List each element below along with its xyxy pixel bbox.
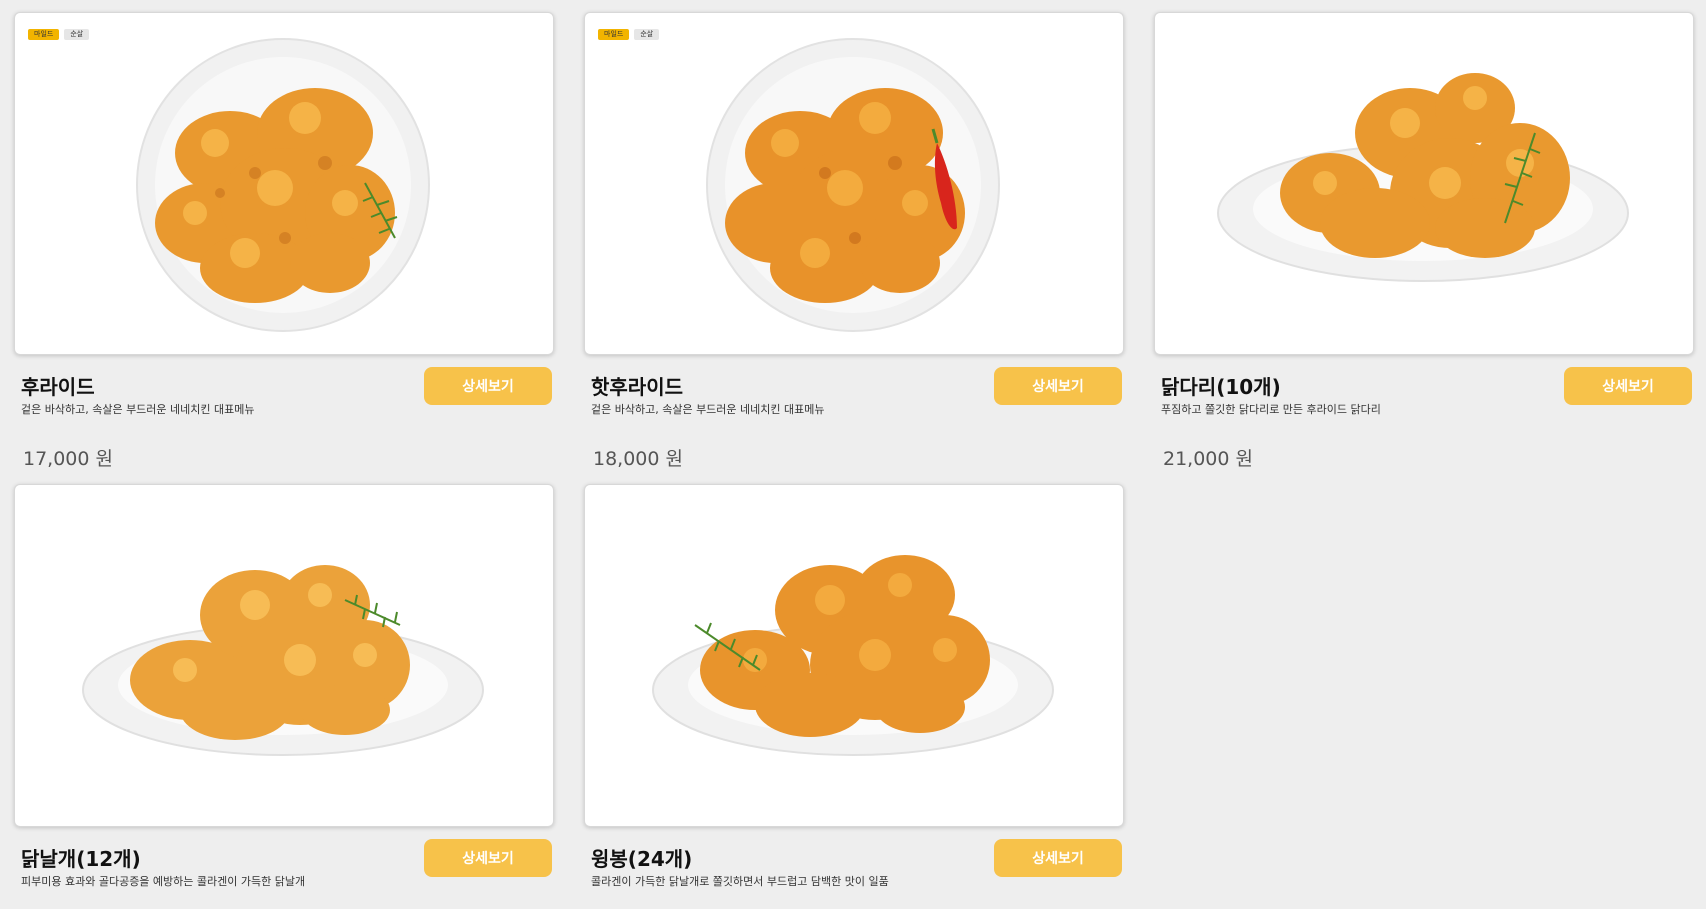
menu-image[interactable]: 마일드 순살 — [14, 12, 554, 355]
badge-boneless: 순살 — [634, 29, 660, 40]
menu-description: 피부미용 효과와 골다공증을 예방하는 콜라겐이 가득한 닭날개 — [21, 875, 306, 888]
badge-boneless: 순살 — [64, 29, 90, 40]
menu-image[interactable]: 마일드 순살 — [584, 12, 1124, 355]
badge-mild: 마일드 — [28, 29, 60, 40]
chicken-plate-image — [136, 38, 430, 332]
detail-button[interactable]: 상세보기 — [424, 839, 552, 877]
menu-price: 21,000 원 — [1163, 448, 1254, 470]
badge-group: 마일드 순살 — [598, 29, 660, 40]
menu-info: 닭날개(12개) 피부미용 효과와 골다공증을 예방하는 콜라겐이 가득한 닭날… — [14, 839, 554, 909]
menu-grid: 마일드 순살 후라이드 겉은 바삭하고, 속살은 부드러운 네네치킨 대표메뉴 … — [14, 12, 1694, 904]
wingbong-plate-image — [652, 555, 1054, 756]
menu-name: 핫후라이드 — [591, 375, 683, 399]
detail-button[interactable]: 상세보기 — [424, 367, 552, 405]
menu-price: 17,000 원 — [23, 448, 114, 470]
menu-info: 윙봉(24개) 콜라겐이 가득한 닭날개로 쫄깃하면서 부드럽고 담백한 맛이 … — [584, 839, 1124, 909]
menu-info: 후라이드 겉은 바삭하고, 속살은 부드러운 네네치킨 대표메뉴 상세보기 17… — [14, 367, 554, 470]
menu-name: 닭다리(10개) — [1161, 375, 1281, 399]
menu-card: 마일드 순살 핫후라이드 겉은 바삭하고, 속살은 부드러운 네네치킨 대표메뉴… — [584, 12, 1124, 474]
menu-image[interactable] — [1154, 12, 1694, 355]
menu-description: 콜라겐이 가득한 닭날개로 쫄깃하면서 부드럽고 담백한 맛이 일품 — [591, 875, 889, 888]
detail-button[interactable]: 상세보기 — [1564, 367, 1692, 405]
menu-name: 윙봉(24개) — [591, 847, 693, 871]
menu-image[interactable] — [14, 484, 554, 827]
menu-description: 겉은 바삭하고, 속살은 부드러운 네네치킨 대표메뉴 — [591, 403, 825, 416]
menu-image[interactable] — [584, 484, 1124, 827]
menu-info: 핫후라이드 겉은 바삭하고, 속살은 부드러운 네네치킨 대표메뉴 상세보기 1… — [584, 367, 1124, 470]
wing-plate-image — [82, 565, 484, 756]
drumstick-plate-image — [1217, 73, 1629, 282]
menu-name: 후라이드 — [21, 375, 95, 399]
badge-mild: 마일드 — [598, 29, 630, 40]
chicken-plate-image — [706, 38, 1000, 332]
menu-description: 겉은 바삭하고, 속살은 부드러운 네네치킨 대표메뉴 — [21, 403, 255, 416]
menu-card: 윙봉(24개) 콜라겐이 가득한 닭날개로 쫄깃하면서 부드럽고 담백한 맛이 … — [584, 484, 1124, 904]
detail-button[interactable]: 상세보기 — [994, 839, 1122, 877]
badge-group: 마일드 순살 — [28, 29, 90, 40]
menu-name: 닭날개(12개) — [21, 847, 141, 871]
menu-description: 푸짐하고 쫄깃한 닭다리로 만든 후라이드 닭다리 — [1161, 403, 1381, 416]
menu-card: 닭다리(10개) 푸짐하고 쫄깃한 닭다리로 만든 후라이드 닭다리 상세보기 … — [1154, 12, 1694, 474]
menu-card: 닭날개(12개) 피부미용 효과와 골다공증을 예방하는 콜라겐이 가득한 닭날… — [14, 484, 554, 904]
menu-card: 마일드 순살 후라이드 겉은 바삭하고, 속살은 부드러운 네네치킨 대표메뉴 … — [14, 12, 554, 474]
menu-info: 닭다리(10개) 푸짐하고 쫄깃한 닭다리로 만든 후라이드 닭다리 상세보기 … — [1154, 367, 1694, 470]
menu-price: 18,000 원 — [593, 448, 684, 470]
detail-button[interactable]: 상세보기 — [994, 367, 1122, 405]
